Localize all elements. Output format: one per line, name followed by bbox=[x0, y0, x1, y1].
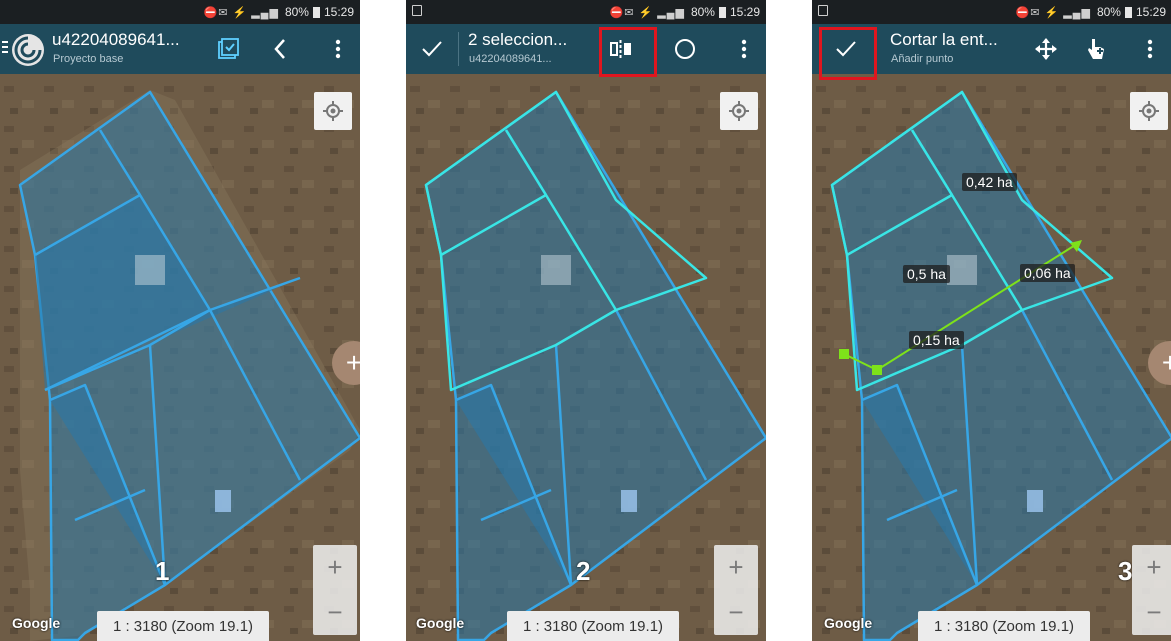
map-view[interactable] bbox=[0, 0, 360, 641]
notification-icon bbox=[412, 5, 422, 16]
notification-icon bbox=[818, 5, 828, 16]
plus-icon: + bbox=[345, 347, 360, 378]
circle-button[interactable] bbox=[663, 24, 707, 74]
area-label: 0,42 ha bbox=[962, 173, 1017, 191]
gps-icon bbox=[729, 101, 749, 121]
locate-button[interactable] bbox=[1130, 92, 1168, 130]
step-number: 1 bbox=[155, 556, 170, 586]
cut-point[interactable] bbox=[839, 349, 849, 359]
status-bar: ⛔✉ ⚡ ▂▄▆ 80% 15:29 bbox=[0, 0, 360, 24]
more-options-button[interactable] bbox=[1128, 24, 1171, 74]
select-button[interactable] bbox=[206, 24, 250, 74]
chevron-left-icon bbox=[274, 39, 285, 59]
battery-level: 80% bbox=[1096, 5, 1121, 19]
battery-icon bbox=[1124, 6, 1132, 18]
google-attribution: Google bbox=[12, 615, 61, 631]
more-vert-icon bbox=[1147, 39, 1153, 59]
status-icons: ⛔✉ ⚡ ▂▄▆ bbox=[203, 6, 279, 19]
zoom-controls: + − bbox=[313, 545, 357, 635]
scale-indicator: 1 : 3180 (Zoom 19.1) bbox=[918, 611, 1090, 641]
zoom-controls: + − bbox=[714, 545, 758, 635]
battery-icon bbox=[312, 6, 320, 18]
more-options-button[interactable] bbox=[722, 24, 766, 74]
project-subtitle: Proyecto base bbox=[53, 53, 124, 65]
selection-subtitle: u42204089641... bbox=[469, 53, 552, 65]
status-icons: ⛔✉ ⚡ ▂▄▆ bbox=[1015, 6, 1091, 19]
gps-icon bbox=[323, 101, 343, 121]
area-label: 0,06 ha bbox=[1020, 264, 1075, 282]
more-vert-icon bbox=[335, 39, 341, 59]
select-checkbox-icon bbox=[218, 38, 239, 59]
app-toolbar: u42204089641... Proyecto base bbox=[0, 24, 360, 74]
zoom-in-button[interactable]: + bbox=[1132, 545, 1171, 590]
zoom-out-button[interactable]: − bbox=[313, 590, 357, 635]
operation-subtitle: Añadir punto bbox=[891, 53, 954, 65]
google-attribution: Google bbox=[416, 615, 465, 631]
status-bar: ⛔✉ ⚡ ▂▄▆ 80% 15:29 bbox=[406, 0, 766, 24]
locate-button[interactable] bbox=[720, 92, 758, 130]
battery-level: 80% bbox=[690, 5, 715, 19]
map-view[interactable] bbox=[812, 0, 1171, 641]
locate-button[interactable] bbox=[314, 92, 352, 130]
clock: 15:29 bbox=[323, 5, 354, 19]
confirm-button[interactable] bbox=[410, 24, 454, 74]
check-icon bbox=[422, 41, 442, 57]
highlight-confirm-button bbox=[819, 27, 877, 80]
back-button[interactable] bbox=[258, 24, 302, 74]
plus-icon: + bbox=[1161, 347, 1171, 378]
step-number: 2 bbox=[576, 556, 591, 586]
highlight-split-button bbox=[599, 27, 657, 77]
scale-indicator: 1 : 3180 (Zoom 19.1) bbox=[97, 611, 269, 641]
step-number: 3 bbox=[1118, 556, 1133, 586]
more-vert-icon bbox=[741, 39, 747, 59]
scale-indicator: 1 : 3180 (Zoom 19.1) bbox=[507, 611, 679, 641]
selection-title: 2 seleccion... bbox=[468, 30, 568, 49]
clock: 15:29 bbox=[729, 5, 760, 19]
toolbar-divider bbox=[458, 32, 459, 66]
circle-icon bbox=[675, 39, 695, 59]
map-view[interactable] bbox=[406, 0, 766, 641]
area-label: 0,15 ha bbox=[909, 331, 964, 349]
battery-level: 80% bbox=[284, 5, 309, 19]
zoom-out-button[interactable]: − bbox=[1132, 590, 1171, 635]
add-point-icon bbox=[1088, 39, 1104, 59]
zoom-controls: + − bbox=[1132, 545, 1171, 635]
move-button[interactable] bbox=[1024, 24, 1068, 74]
clock: 15:29 bbox=[1135, 5, 1166, 19]
app-toolbar: 2 seleccion... u42204089641... bbox=[406, 24, 766, 74]
move-icon bbox=[1035, 38, 1057, 60]
gps-icon bbox=[1139, 101, 1159, 121]
app-logo-icon bbox=[12, 34, 44, 66]
status-icons: ⛔✉ ⚡ ▂▄▆ bbox=[609, 6, 685, 19]
status-bar: ⛔✉ ⚡ ▂▄▆ 80% 15:29 bbox=[812, 0, 1171, 24]
phone-screen-1: ⛔✉ ⚡ ▂▄▆ 80% 15:29 u42204089641... Proye… bbox=[0, 0, 360, 641]
add-point-button[interactable] bbox=[1074, 24, 1118, 74]
area-label: 0,5 ha bbox=[903, 265, 950, 283]
cut-point[interactable] bbox=[872, 365, 882, 375]
more-options-button[interactable] bbox=[316, 24, 360, 74]
battery-icon bbox=[718, 6, 726, 18]
project-title: u42204089641... bbox=[52, 30, 180, 49]
zoom-in-button[interactable]: + bbox=[714, 545, 758, 590]
phone-screen-2: ⛔✉ ⚡ ▂▄▆ 80% 15:29 2 seleccion... u42204… bbox=[406, 0, 766, 641]
zoom-out-button[interactable]: − bbox=[714, 590, 758, 635]
zoom-in-button[interactable]: + bbox=[313, 545, 357, 590]
google-attribution: Google bbox=[824, 615, 873, 631]
operation-title: Cortar la ent... bbox=[890, 30, 998, 49]
hamburger-icon[interactable] bbox=[2, 41, 8, 53]
phone-screen-3: 0,42 ha 0,5 ha 0,06 ha 0,15 ha ⛔✉ ⚡ ▂▄▆ … bbox=[812, 0, 1171, 641]
